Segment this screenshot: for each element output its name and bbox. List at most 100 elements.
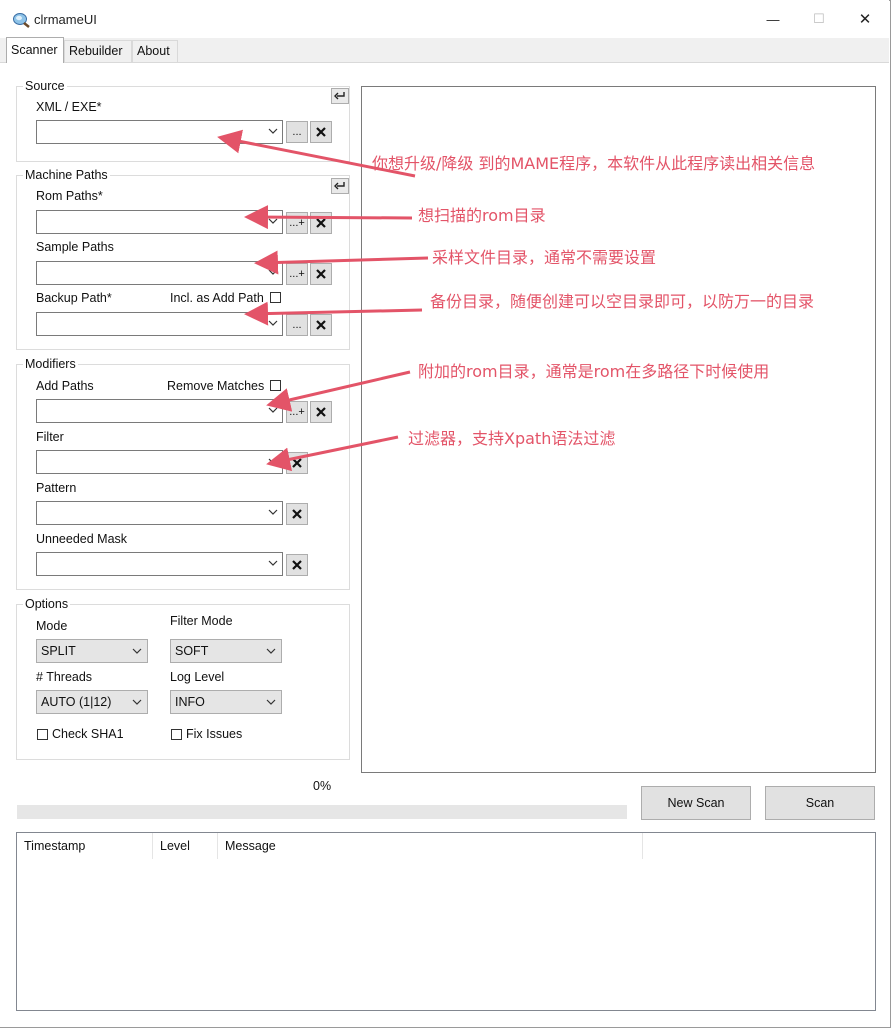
annotation-rom: 想扫描的rom目录 xyxy=(418,206,546,225)
close-icon: ✕ xyxy=(858,11,872,28)
browse-label: ... xyxy=(292,126,302,138)
tab-scanner[interactable]: Scanner xyxy=(6,37,64,63)
annotation-xml: 你想升级/降级 到的MAME程序，本软件从此程序读出相关信息 xyxy=(372,154,816,173)
column-header-timestamp[interactable]: Timestamp xyxy=(17,833,153,859)
filter-combo[interactable] xyxy=(36,450,283,474)
maximize-button[interactable]: ☐ xyxy=(796,4,842,34)
progress-bar xyxy=(17,805,627,819)
rom-paths-combo[interactable] xyxy=(36,210,283,234)
add-paths-combo[interactable] xyxy=(36,399,283,423)
chevron-down-icon xyxy=(268,128,278,134)
annotation-sample: 采样文件目录，通常不需要设置 xyxy=(432,248,657,267)
progress-text: 0% xyxy=(313,779,332,793)
unneeded-mask-label: Unneeded Mask xyxy=(36,532,128,546)
fix-issues-checkbox[interactable] xyxy=(171,729,182,740)
window-title: clrmameUI xyxy=(34,12,97,27)
title-bar: clrmameUI — ☐ ✕ xyxy=(0,0,889,38)
x-clear-icon xyxy=(316,407,326,417)
x-clear-icon xyxy=(316,127,326,137)
remove-matches-checkbox[interactable] xyxy=(270,380,281,391)
scan-label: Scan xyxy=(805,796,835,810)
filter-label: Filter xyxy=(36,430,64,444)
mode-label: Mode xyxy=(36,619,68,633)
pattern-label: Pattern xyxy=(36,481,77,495)
mode-value: SPLIT xyxy=(41,644,76,658)
xml-exe-label: XML / EXE* xyxy=(36,100,102,114)
column-header-level[interactable]: Level xyxy=(153,833,218,859)
remove-matches-label: Remove Matches xyxy=(167,379,265,393)
annotation-backup: 备份目录，随便创建可以空目录即可，以防万一的目录 xyxy=(430,292,815,311)
machine-paths-reset-button[interactable] xyxy=(331,178,349,194)
sample-add-browse-button[interactable]: ...+ xyxy=(286,263,308,285)
backup-browse-button[interactable]: ... xyxy=(286,314,308,336)
sample-paths-combo[interactable] xyxy=(36,261,283,285)
threads-value: AUTO (1|12) xyxy=(41,695,112,709)
unneeded-mask-clear-button[interactable] xyxy=(286,554,308,576)
add-paths-clear-button[interactable] xyxy=(310,401,332,423)
filter-mode-value: SOFT xyxy=(175,644,209,658)
close-window-button[interactable]: ✕ xyxy=(842,4,888,34)
column-header-message[interactable]: Message xyxy=(218,833,643,859)
new-scan-button[interactable]: New Scan xyxy=(641,786,751,820)
rom-paths-label: Rom Paths* xyxy=(36,189,103,203)
tab-label: Scanner xyxy=(11,43,58,57)
column-label: Level xyxy=(160,839,190,853)
modifiers-title: Modifiers xyxy=(23,357,78,371)
xml-browse-button[interactable]: ... xyxy=(286,121,308,143)
filter-clear-button[interactable] xyxy=(286,452,308,474)
chevron-down-icon xyxy=(268,509,278,515)
threads-select[interactable]: AUTO (1|12) xyxy=(36,690,148,714)
log-list[interactable]: Timestamp Level Message xyxy=(16,832,876,1011)
filter-mode-select[interactable]: SOFT xyxy=(170,639,282,663)
incl-add-path-checkbox[interactable] xyxy=(270,292,281,303)
check-sha1-label: Check SHA1 xyxy=(52,727,124,741)
chevron-down-icon xyxy=(268,320,278,326)
pattern-combo[interactable] xyxy=(36,501,283,525)
rom-add-browse-button[interactable]: ...+ xyxy=(286,212,308,234)
magnifier-disc-icon xyxy=(13,13,30,28)
log-level-value: INFO xyxy=(175,695,205,709)
new-scan-label: New Scan xyxy=(667,796,725,810)
source-reset-button[interactable] xyxy=(331,88,349,104)
tab-label: About xyxy=(137,44,170,58)
tab-rebuilder[interactable]: Rebuilder xyxy=(64,40,132,62)
sample-clear-button[interactable] xyxy=(310,263,332,285)
add-browse-label: ...+ xyxy=(289,217,305,229)
pattern-clear-button[interactable] xyxy=(286,503,308,525)
sample-paths-label: Sample Paths xyxy=(36,240,114,254)
add-browse-label: ...+ xyxy=(289,268,305,280)
chevron-down-icon xyxy=(266,648,276,654)
x-clear-icon xyxy=(316,269,326,279)
xml-clear-button[interactable] xyxy=(310,121,332,143)
rom-clear-button[interactable] xyxy=(310,212,332,234)
fix-issues-label: Fix Issues xyxy=(186,727,243,741)
backup-path-combo[interactable] xyxy=(36,312,283,336)
chevron-down-icon xyxy=(132,648,142,654)
minimize-icon: — xyxy=(766,11,780,27)
column-label: Message xyxy=(225,839,276,853)
xml-exe-combo[interactable] xyxy=(36,120,283,144)
annotation-add-paths: 附加的rom目录，通常是rom在多路径下时候使用 xyxy=(418,362,770,381)
log-level-label: Log Level xyxy=(170,670,225,684)
log-level-select[interactable]: INFO xyxy=(170,690,282,714)
x-clear-icon xyxy=(292,509,302,519)
backup-clear-button[interactable] xyxy=(310,314,332,336)
tab-label: Rebuilder xyxy=(69,44,123,58)
annotation-filter: 过滤器，支持Xpath语法过滤 xyxy=(408,429,616,448)
maximize-icon: ☐ xyxy=(813,11,825,26)
mode-select[interactable]: SPLIT xyxy=(36,639,148,663)
minimize-button[interactable]: — xyxy=(750,4,796,34)
tab-about[interactable]: About xyxy=(132,40,178,62)
return-arrow-icon xyxy=(334,182,345,190)
incl-add-path-label: Incl. as Add Path xyxy=(170,291,264,305)
scan-button[interactable]: Scan xyxy=(765,786,875,820)
add-paths-label: Add Paths xyxy=(36,379,94,393)
check-sha1-checkbox[interactable] xyxy=(37,729,48,740)
unneeded-mask-combo[interactable] xyxy=(36,552,283,576)
threads-label: # Threads xyxy=(36,670,93,684)
chevron-down-icon xyxy=(266,699,276,705)
machine-paths-title: Machine Paths xyxy=(23,168,110,182)
add-paths-browse-button[interactable]: ...+ xyxy=(286,401,308,423)
return-arrow-icon xyxy=(334,92,345,100)
backup-path-label: Backup Path* xyxy=(36,291,112,305)
